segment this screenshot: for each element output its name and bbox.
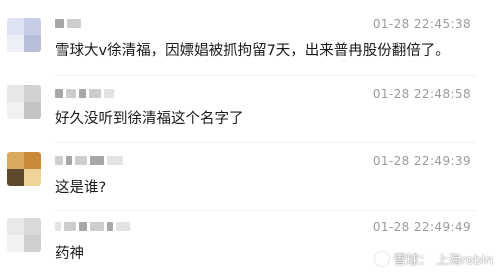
username-redacted[interactable] xyxy=(55,220,130,232)
avatar[interactable] xyxy=(7,18,41,52)
avatar-pixel xyxy=(24,152,41,169)
watermark-brand: 雪球： xyxy=(393,252,432,267)
snowball-logo-icon xyxy=(374,251,389,266)
comment-item: 01-28 22:49:39 这是谁? xyxy=(0,142,499,212)
redaction-block xyxy=(107,221,113,231)
comment-text: 药神 xyxy=(55,246,84,262)
redaction-block xyxy=(55,221,61,231)
redaction-block xyxy=(64,221,76,231)
redaction-block xyxy=(79,88,86,98)
avatar[interactable] xyxy=(7,85,41,119)
avatar-pixel xyxy=(7,169,24,186)
avatar[interactable] xyxy=(7,218,41,252)
redaction-block xyxy=(55,18,64,28)
redaction-block xyxy=(90,221,104,231)
watermark: 雪球： 上海robin xyxy=(374,249,493,268)
comment-item: 01-28 22:48:58 好久没听到徐清福这个名字了 xyxy=(0,75,499,145)
redaction-block xyxy=(67,18,81,28)
avatar-pixel xyxy=(7,35,24,52)
redaction-block xyxy=(66,155,72,165)
avatar-pixel xyxy=(24,85,41,102)
redaction-block xyxy=(90,155,104,165)
avatar-pixel xyxy=(7,235,24,252)
avatar[interactable] xyxy=(7,152,41,186)
avatar-pixel xyxy=(7,18,24,35)
comment-timestamp: 01-28 22:45:38 xyxy=(372,17,471,31)
username-redacted[interactable] xyxy=(55,87,114,99)
avatar-pixel xyxy=(24,102,41,119)
comment-text: 好久没听到徐清福这个名字了 xyxy=(55,111,244,127)
avatar-pixel xyxy=(24,169,41,186)
redaction-block xyxy=(55,88,63,98)
redaction-block xyxy=(79,221,87,231)
comment-text: 雪球大v徐清福，因嫖娼被抓拘留7天，出来普冉股份翻倍了。 xyxy=(55,43,450,59)
comment-item: 01-28 22:49:49 药神 xyxy=(0,210,499,280)
comment-timestamp: 01-28 22:49:49 xyxy=(372,220,471,234)
comment-timestamp: 01-28 22:48:58 xyxy=(372,87,471,101)
redaction-block xyxy=(107,155,123,165)
redaction-block xyxy=(104,88,114,98)
avatar-pixel xyxy=(24,235,41,252)
redaction-block xyxy=(116,221,130,231)
comment-text: 这是谁? xyxy=(55,180,107,196)
avatar-pixel xyxy=(7,152,24,169)
username-redacted[interactable] xyxy=(55,154,123,166)
comment-item: 01-28 22:45:38 雪球大v徐清福，因嫖娼被抓拘留7天，出来普冉股份翻… xyxy=(0,8,499,74)
redaction-block xyxy=(55,155,63,165)
redaction-block xyxy=(75,155,87,165)
redaction-block xyxy=(89,88,101,98)
avatar-pixel xyxy=(24,218,41,235)
avatar-pixel xyxy=(7,85,24,102)
avatar-pixel xyxy=(7,102,24,119)
avatar-pixel xyxy=(24,18,41,35)
avatar-pixel xyxy=(7,218,24,235)
comment-feed: 01-28 22:45:38 雪球大v徐清福，因嫖娼被抓拘留7天，出来普冉股份翻… xyxy=(0,0,499,274)
comment-timestamp: 01-28 22:49:39 xyxy=(372,154,471,168)
redaction-block xyxy=(66,88,76,98)
watermark-user: 上海robin xyxy=(436,252,493,267)
avatar-pixel xyxy=(24,35,41,52)
username-redacted[interactable] xyxy=(55,17,81,29)
